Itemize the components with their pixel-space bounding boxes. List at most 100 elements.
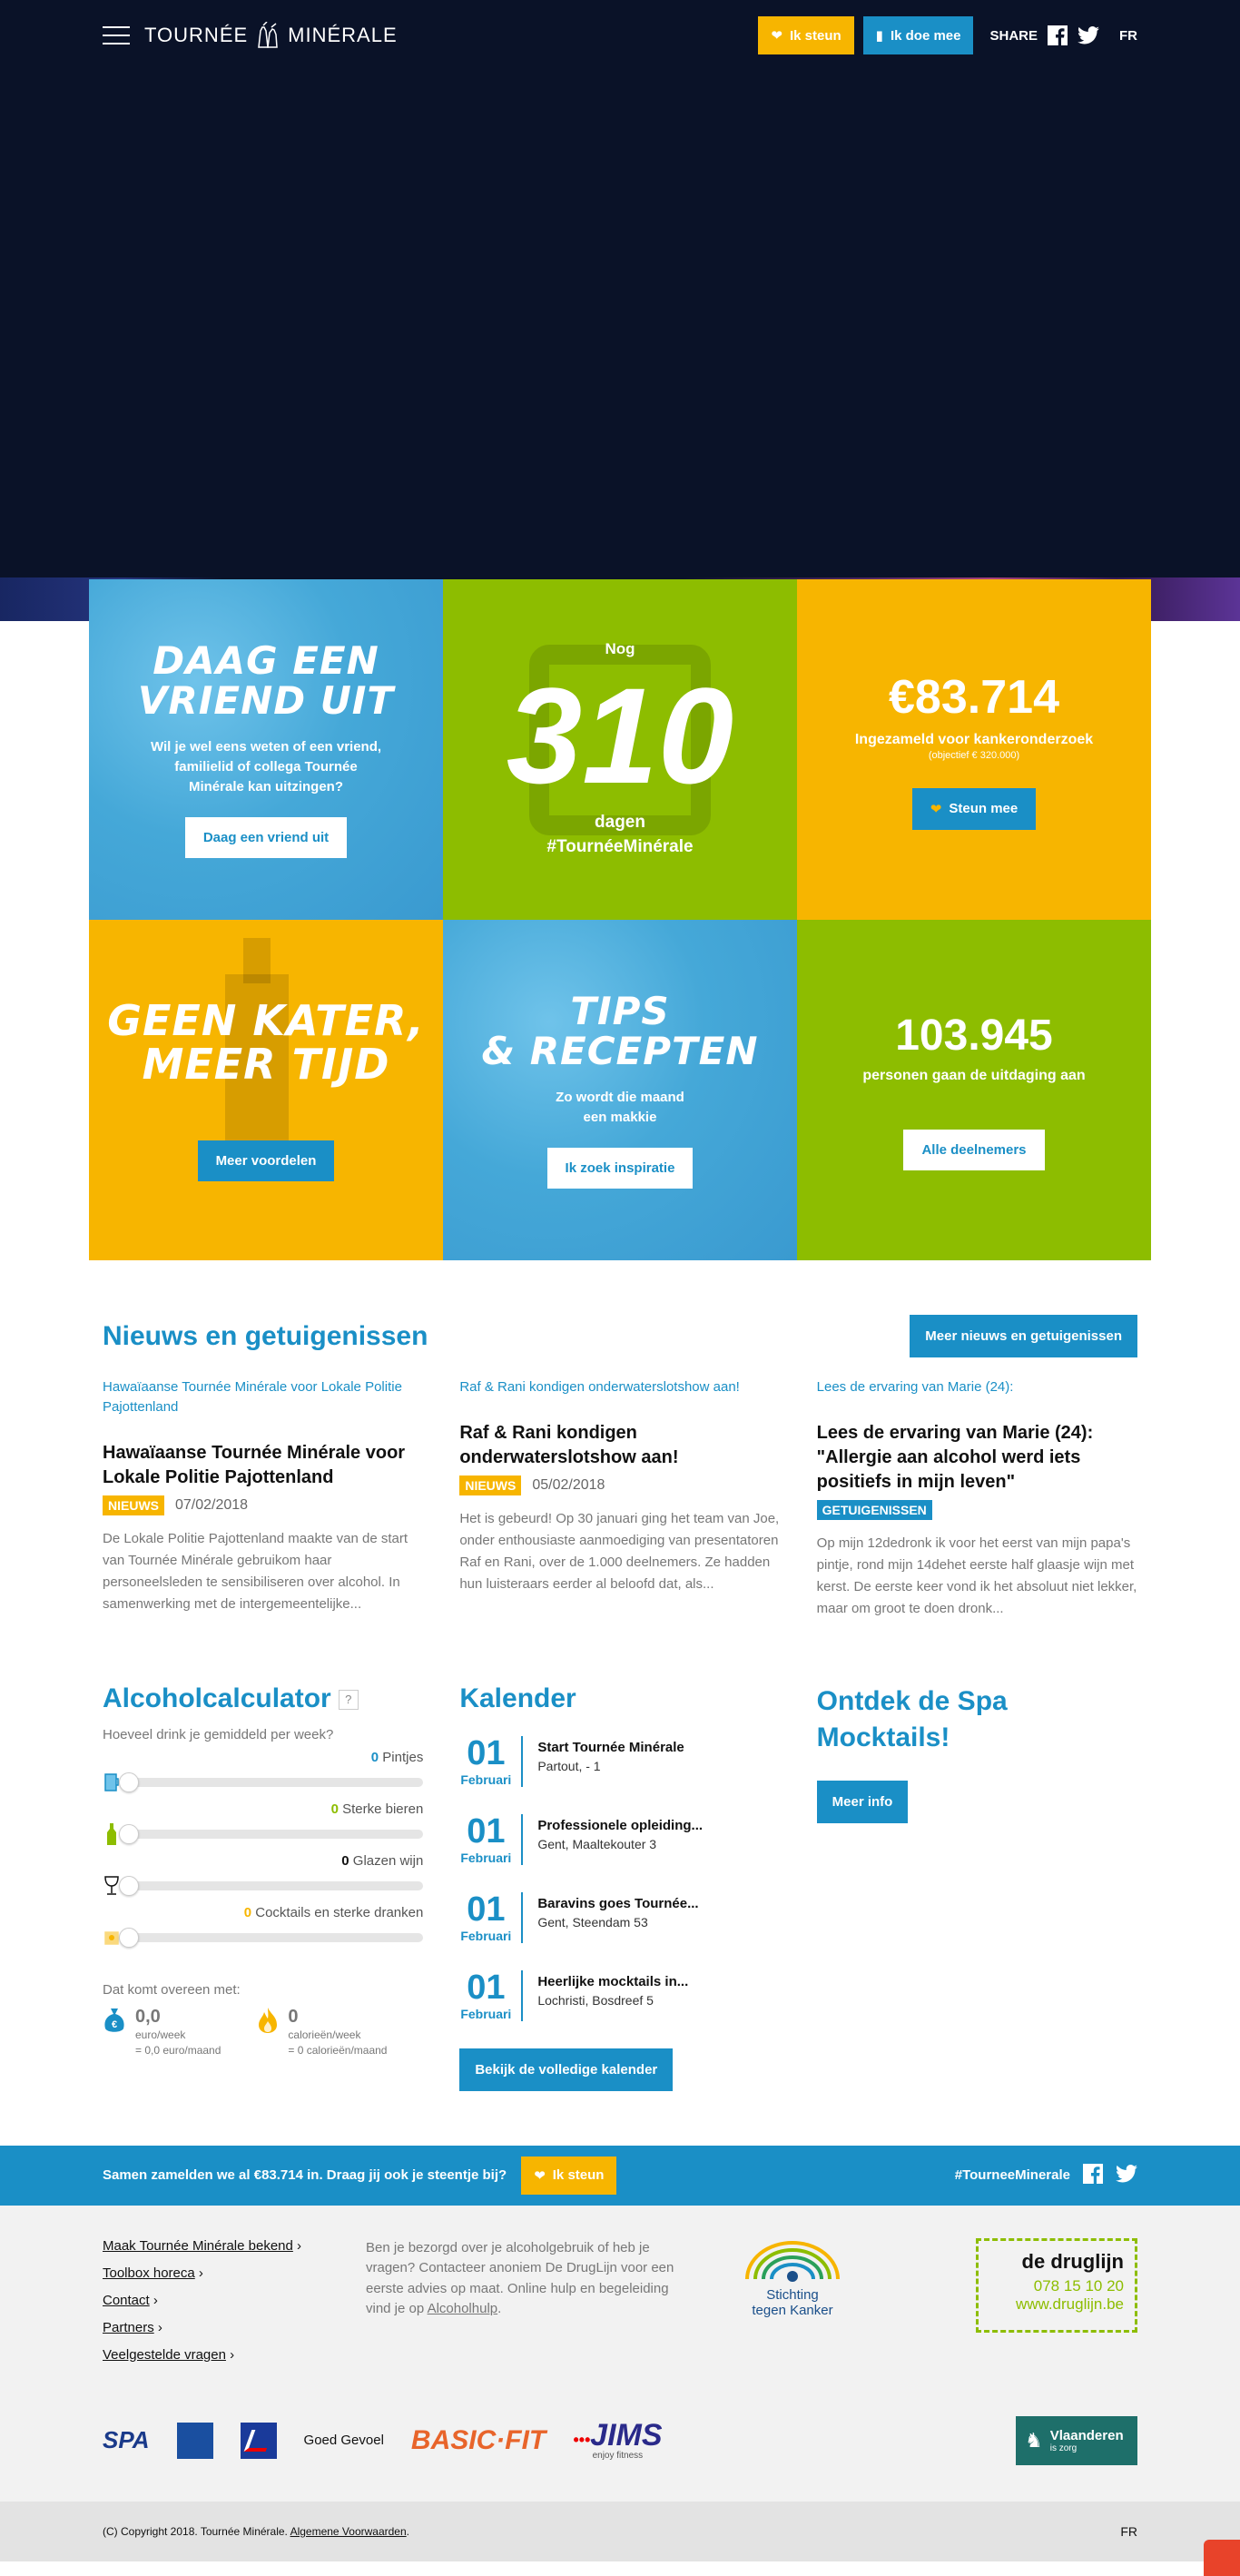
menu-icon[interactable]	[103, 26, 130, 44]
terms-link[interactable]: Algemene Voorwaarden	[290, 2525, 407, 2538]
challenge-friend-button[interactable]: Daag een vriend uit	[184, 816, 348, 858]
banner-hashtag: #TourneeMinerale	[954, 2167, 1070, 2184]
tips-title: TIPS & RECEPTEN	[481, 989, 759, 1074]
tiles-section: DAAG EEN VRIEND UIT Wil je wel eens wete…	[0, 579, 1240, 1260]
calendar-heading: Kalender	[459, 1683, 576, 1713]
slider-handle[interactable]	[119, 1927, 139, 1948]
full-calendar-button[interactable]: Bekijk de volledige kalender	[459, 2048, 674, 2091]
news-section: Nieuws en getuigenissen Meer nieuws en g…	[0, 1260, 1240, 1656]
benefits-tile: GEEN KATER, MEER TIJD Meer voordelen	[89, 920, 443, 1260]
stk-rainbow-icon	[745, 2240, 840, 2282]
alcoholhulp-link[interactable]: Alcoholhulp	[428, 2301, 498, 2316]
beer-slider[interactable]	[119, 1772, 424, 1792]
axa-logo[interactable]	[240, 2422, 277, 2459]
spa-heading: Ontdek de Spa Mocktails!	[816, 1685, 1008, 1753]
news-image-link[interactable]: Lees de ervaring van Marie (24):	[817, 1379, 1014, 1395]
logo-bottles-icon	[258, 22, 278, 48]
news-excerpt: Het is gebeurd! Op 30 januari ging het t…	[459, 1510, 780, 1592]
svg-text:€: €	[112, 2019, 117, 2030]
participants-tile: 103.945 personen gaan de uitdaging aan A…	[797, 920, 1151, 1260]
jims-logo[interactable]: •••JIMS enjoy fitness	[573, 2420, 662, 2461]
news-title[interactable]: Raf & Rani kondigen onderwaterslotshow a…	[459, 1421, 780, 1470]
vlaanderen-logo[interactable]: ♞ Vlaanderen is zorg	[1016, 2415, 1137, 2465]
footer-link[interactable]: Partners ›	[103, 2320, 348, 2335]
news-excerpt: De Lokale Politie Pajottenland maakte va…	[103, 1530, 408, 1612]
challenge-text: Wil je wel eens weten of een vriend, fam…	[150, 739, 382, 795]
share-label: SHARE	[989, 27, 1038, 44]
druglijn-box[interactable]: de druglijn 078 15 10 20 www.druglijn.be	[976, 2237, 1137, 2333]
donation-banner: Samen zamelden we al €83.714 in. Draag j…	[0, 2145, 1240, 2206]
news-item: Raf & Rani kondigen onderwaterslotshow a…	[459, 1377, 780, 1620]
footer-link[interactable]: Contact ›	[103, 2293, 348, 2308]
tools-section: Alcoholcalculator? Hoeveel drink je gemi…	[0, 1656, 1240, 2146]
facebook-icon[interactable]	[1047, 25, 1068, 46]
news-image-link[interactable]: Raf & Rani kondigen onderwaterslotshow a…	[459, 1379, 740, 1395]
goed-gevoel-logo[interactable]: Goed Gevoel	[304, 2433, 384, 2448]
calorie-result: 0 calorieën/week = 0 calorieën/maand	[257, 2007, 387, 2058]
calendar-event[interactable]: 01 Februari Baravins goes Tournée... Gent,…	[459, 1891, 780, 1943]
countdown-prefix: Nog	[605, 639, 635, 657]
donation-tile: €83.714 Ingezameld voor kankeronderzoek …	[797, 579, 1151, 920]
beer-glass-icon	[103, 1771, 121, 1794]
challenge-title: DAAG EEN VRIEND UIT	[137, 638, 395, 724]
heart-icon: ❤	[771, 28, 782, 44]
donate-button[interactable]: ❤ Steun mee	[911, 787, 1037, 830]
language-switch[interactable]: FR	[1119, 28, 1137, 44]
result-label: Dat komt overeen met:	[103, 1981, 241, 1998]
beer-slider-row: 0 Pintjes	[103, 1750, 424, 1794]
calendar: Kalender 01 Februari Start Tournée Minéra…	[459, 1683, 780, 2091]
all-participants-button[interactable]: Alle deelnemers	[903, 1129, 1045, 1170]
footer-language-switch[interactable]: FR	[1120, 2524, 1137, 2539]
news-tag: GETUIGENISSEN	[816, 1499, 932, 1520]
news-image-link[interactable]: Hawaïaanse Tournée Minérale voor Lokale …	[103, 1379, 402, 1415]
calculator-heading: Alcoholcalculator?	[103, 1683, 423, 1714]
help-icon[interactable]: ?	[338, 1689, 359, 1710]
more-info-button[interactable]: Meer info	[816, 1780, 909, 1823]
stichting-tegen-kanker-logo[interactable]: Stichting tegen Kanker	[743, 2238, 842, 2318]
facebook-icon[interactable]	[1083, 2163, 1103, 2187]
cocktail-slider[interactable]	[119, 1927, 424, 1948]
more-benefits-button[interactable]: Meer voordelen	[197, 1140, 335, 1182]
tips-tile: TIPS & RECEPTEN Zo wordt die maand een m…	[443, 920, 797, 1260]
news-title[interactable]: Lees de ervaring van Marie (24): "Allerg…	[817, 1421, 1137, 1495]
countdown-number: 310	[506, 658, 734, 812]
money-result: € 0,0 euro/week = 0,0 euro/maand	[103, 2007, 221, 2058]
footer-link[interactable]: Maak Tournée Minérale bekend ›	[103, 2238, 348, 2254]
copyright-text: (C) Copyright 2018. Tournée Minérale. Al…	[103, 2524, 409, 2538]
participants-label: personen gaan de uitdaging aan	[862, 1067, 1086, 1083]
heart-icon: ❤	[534, 2167, 546, 2184]
twitter-icon[interactable]	[1078, 25, 1099, 46]
support-button[interactable]: ❤ Ik steun	[758, 16, 854, 54]
news-excerpt: Op mijn 12dedronk ik voor het eerst van …	[816, 1535, 1137, 1616]
news-item: Hawaïaanse Tournée Minérale voor Lokale …	[103, 1377, 423, 1620]
banner-support-button[interactable]: ❤ Ik steun	[521, 2156, 617, 2195]
basic-fit-logo[interactable]: BASIC·FIT	[411, 2425, 546, 2456]
calendar-event[interactable]: 01 Februari Professionele opleiding... Gen…	[459, 1813, 780, 1865]
footer-links: Maak Tournée Minérale bekend › Toolbox h…	[103, 2238, 348, 2374]
strong-beer-slider[interactable]	[119, 1823, 424, 1844]
site-logo[interactable]: TOURNÉE MINÉRALE	[144, 22, 398, 49]
slider-handle[interactable]	[119, 1875, 139, 1896]
more-news-button[interactable]: Meer nieuws en getuigenissen	[910, 1315, 1137, 1357]
find-inspiration-button[interactable]: Ik zoek inspiratie	[546, 1147, 694, 1189]
news-title[interactable]: Hawaïaanse Tournée Minérale voor Lokale …	[103, 1441, 423, 1490]
join-button[interactable]: ▮ Ik doe mee	[862, 16, 974, 54]
news-tag: NIEUWS	[459, 1475, 522, 1495]
spa-logo[interactable]: SPA	[103, 2426, 150, 2454]
news-tag: NIEUWS	[103, 1495, 164, 1515]
heart-icon: ❤	[930, 801, 942, 817]
calendar-event[interactable]: 01 Februari Heerlijke mocktails in... Loch…	[459, 1969, 780, 2021]
slider-handle[interactable]	[119, 1772, 139, 1792]
wine-slider[interactable]	[119, 1875, 424, 1896]
chat-icon[interactable]	[1204, 2540, 1240, 2576]
calendar-event[interactable]: 01 Februari Start Tournée Minérale Partout…	[459, 1735, 780, 1787]
lion-icon: ♞	[1025, 2428, 1043, 2452]
footer-link[interactable]: Toolbox horeca ›	[103, 2265, 348, 2281]
hero: TOURNÉE MINÉRALE ❤ Ik steun ▮ Ik doe mee…	[0, 0, 1240, 621]
cocktail-glass-icon	[103, 1926, 121, 1949]
twitter-icon[interactable]	[1116, 2164, 1137, 2186]
money-bag-icon: €	[104, 2008, 124, 2032]
footer-link[interactable]: Veelgestelde vragen ›	[103, 2347, 348, 2363]
sponsor-badge-icon[interactable]	[176, 2422, 213, 2459]
slider-handle[interactable]	[119, 1823, 139, 1844]
